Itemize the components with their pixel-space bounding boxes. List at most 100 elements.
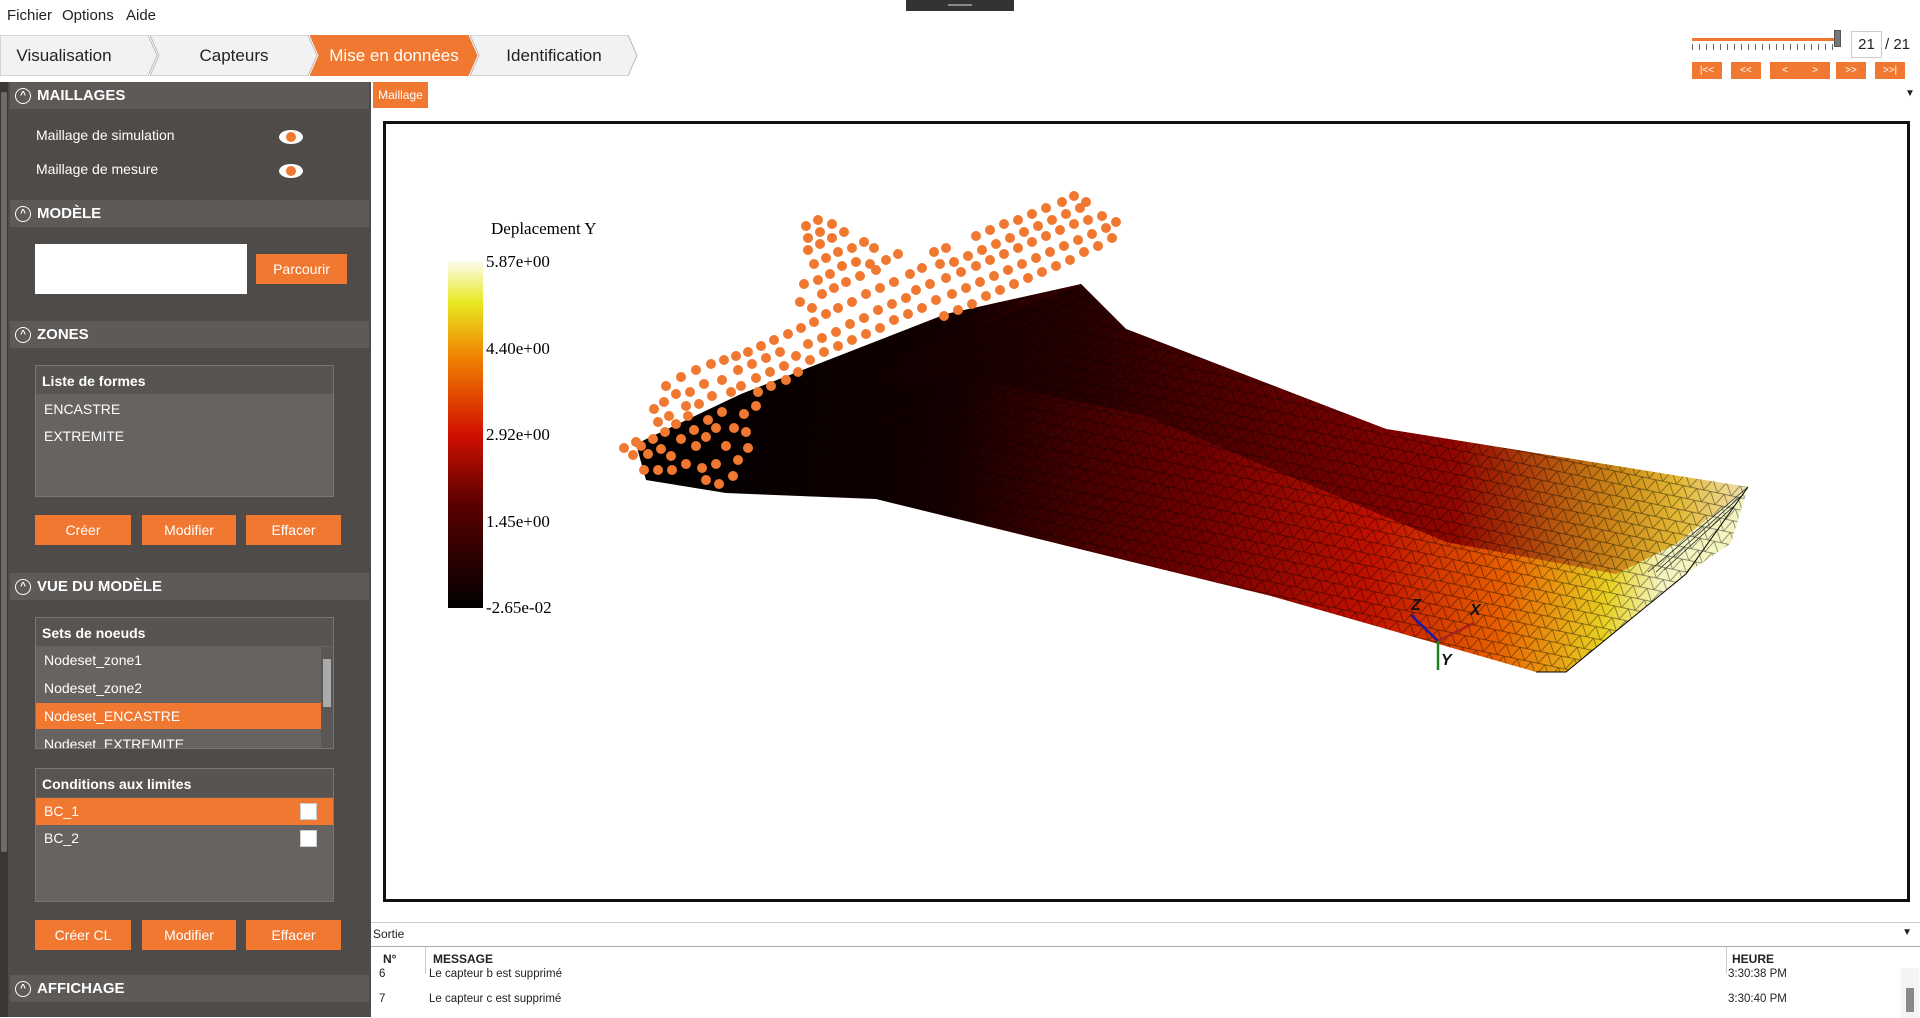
create-bc-button[interactable]: Créer CL bbox=[35, 920, 131, 950]
frame-slider-ticks bbox=[1692, 44, 1836, 50]
drag-handle[interactable] bbox=[906, 0, 1014, 11]
legend-color-bar bbox=[448, 261, 483, 608]
maillage-simulation-label: Maillage de simulation bbox=[36, 127, 175, 143]
delete-bc-button[interactable]: Effacer bbox=[246, 920, 341, 950]
list-item[interactable]: Nodeset_zone2 bbox=[36, 675, 333, 701]
frame-total: / 21 bbox=[1885, 36, 1911, 53]
model-path-input[interactable] bbox=[35, 244, 247, 294]
section-modele-title: MODÈLE bbox=[37, 205, 102, 222]
eye-icon[interactable] bbox=[279, 164, 303, 178]
row-num: 6 bbox=[379, 968, 386, 980]
section-affichage-title: AFFICHAGE bbox=[37, 980, 125, 997]
first-frame-button[interactable]: |<< bbox=[1692, 62, 1722, 79]
prev-frame-button[interactable]: < bbox=[1770, 62, 1800, 79]
frame-number-input[interactable]: 21 bbox=[1851, 31, 1882, 58]
step-mise-en-donnees-label: Mise en données bbox=[329, 45, 459, 65]
list-item[interactable]: Nodeset_zone1 bbox=[36, 647, 333, 673]
modify-bc-button[interactable]: Modifier bbox=[142, 920, 236, 950]
step-identification[interactable]: Identification bbox=[470, 35, 638, 76]
bc-label: BC_1 bbox=[44, 803, 80, 819]
collapse-icon: ^ bbox=[15, 578, 31, 595]
color-legend: Deplacement Y 5.87e+00 4.40e+00 2.92e+00… bbox=[448, 219, 597, 617]
step-identification-label: Identification bbox=[506, 45, 602, 65]
collapse-icon: ^ bbox=[15, 205, 31, 222]
collapse-icon: ^ bbox=[15, 980, 31, 997]
legend-tick: 1.45e+00 bbox=[486, 512, 550, 531]
section-vue-header[interactable]: ^ VUE DU MODÈLE bbox=[10, 573, 369, 600]
tab-dropdown-icon[interactable]: ▼ bbox=[1905, 88, 1915, 99]
list-item[interactable]: EXTREMITE bbox=[36, 423, 333, 449]
col-message-header[interactable]: MESSAGE bbox=[433, 952, 493, 966]
list-item-selected[interactable]: Nodeset_ENCASTRE bbox=[36, 703, 333, 729]
row-time: 3:30:40 PM bbox=[1728, 993, 1787, 1005]
section-affichage-header[interactable]: ^ AFFICHAGE bbox=[10, 975, 369, 1002]
legend-tick: 2.92e+00 bbox=[486, 425, 550, 444]
output-title: Sortie bbox=[373, 927, 405, 941]
section-maillages-header[interactable]: ^ MAILLAGES bbox=[10, 82, 369, 109]
sidebar-scroll-thumb[interactable] bbox=[1, 92, 7, 852]
tab-maillage[interactable]: Maillage bbox=[373, 82, 428, 108]
legend-tick: 5.87e+00 bbox=[486, 252, 550, 271]
fast-forward-button[interactable]: >> bbox=[1836, 62, 1866, 79]
row-message: Le capteur b est supprimé bbox=[429, 968, 562, 980]
bc-item[interactable]: BC_2 bbox=[36, 825, 333, 852]
axis-z-label: Z bbox=[1410, 597, 1422, 614]
row-num: 7 bbox=[379, 993, 386, 1005]
bc-checkbox[interactable] bbox=[300, 803, 317, 820]
section-modele-header[interactable]: ^ MODÈLE bbox=[10, 200, 369, 227]
list-item[interactable]: ENCASTRE bbox=[36, 396, 333, 422]
mesh-wire bbox=[636, 284, 1748, 672]
col-num-header[interactable]: N° bbox=[383, 952, 396, 966]
browse-button[interactable]: Parcourir bbox=[256, 254, 347, 284]
axis-y-label: Y bbox=[1441, 652, 1453, 669]
output-dropdown-icon[interactable]: ▼ bbox=[1902, 927, 1912, 938]
output-scrollbar[interactable] bbox=[1901, 968, 1919, 1018]
step-capteurs-label: Capteurs bbox=[199, 45, 269, 65]
legend-tick: 4.40e+00 bbox=[486, 339, 550, 358]
modify-zone-button[interactable]: Modifier bbox=[142, 515, 236, 545]
menu-fichier[interactable]: Fichier bbox=[7, 7, 52, 24]
step-capteurs[interactable]: Capteurs bbox=[150, 35, 318, 76]
menu-options[interactable]: Options bbox=[62, 7, 114, 24]
bc-label: BC_2 bbox=[44, 830, 80, 846]
frame-slider-thumb[interactable] bbox=[1834, 30, 1841, 47]
output-scroll-thumb[interactable] bbox=[1906, 988, 1914, 1012]
next-frame-button[interactable]: > bbox=[1800, 62, 1830, 79]
frame-slider[interactable] bbox=[1692, 38, 1836, 41]
bc-list: Conditions aux limites BC_1 BC_2 bbox=[35, 768, 334, 902]
nodesets-scroll-thumb[interactable] bbox=[323, 659, 331, 707]
col-time-header[interactable]: HEURE bbox=[1732, 952, 1774, 966]
nodesets-list: Sets de noeuds Nodeset_zone1 Nodeset_zon… bbox=[35, 617, 334, 749]
step-visualisation-label: Visualisation bbox=[16, 45, 112, 65]
sidebar-scrollbar[interactable] bbox=[0, 82, 8, 1017]
output-divider bbox=[371, 946, 1920, 947]
bc-item-selected[interactable]: BC_1 bbox=[36, 798, 333, 825]
section-zones-header[interactable]: ^ ZONES bbox=[10, 321, 369, 348]
delete-zone-button[interactable]: Effacer bbox=[246, 515, 341, 545]
list-item[interactable]: Nodeset_EXTREMITE bbox=[36, 731, 333, 748]
step-mise-en-donnees[interactable]: Mise en données bbox=[310, 35, 478, 76]
row-time: 3:30:38 PM bbox=[1728, 968, 1787, 980]
section-zones-title: ZONES bbox=[37, 326, 89, 343]
column-divider bbox=[425, 947, 426, 974]
output-panel: Sortie ▼ N° MESSAGE HEURE 6 Le capteur b… bbox=[371, 922, 1920, 1018]
legend-tick: -2.65e-02 bbox=[486, 598, 552, 617]
row-message: Le capteur c est supprimé bbox=[429, 993, 562, 1005]
step-visualisation[interactable]: Visualisation bbox=[0, 35, 158, 76]
bc-checkbox[interactable] bbox=[300, 830, 317, 847]
collapse-icon: ^ bbox=[15, 326, 31, 343]
rewind-button[interactable]: << bbox=[1731, 62, 1761, 79]
nodesets-scrollbar[interactable] bbox=[321, 647, 333, 748]
axis-x-label: X bbox=[1469, 602, 1482, 619]
column-divider bbox=[1726, 947, 1727, 974]
mesh-render: Deplacement Y 5.87e+00 4.40e+00 2.92e+00… bbox=[448, 191, 1749, 673]
create-zone-button[interactable]: Créer bbox=[35, 515, 131, 545]
shapes-list-title: Liste de formes bbox=[36, 366, 333, 394]
menu-aide[interactable]: Aide bbox=[126, 7, 156, 24]
collapse-icon: ^ bbox=[15, 87, 31, 104]
last-frame-button[interactable]: >>| bbox=[1875, 62, 1905, 79]
section-vue-title: VUE DU MODÈLE bbox=[37, 578, 163, 595]
eye-icon[interactable] bbox=[279, 130, 303, 144]
sidebar: ^ MAILLAGES Maillage de simulation Maill… bbox=[0, 82, 371, 1017]
3d-viewport[interactable]: Deplacement Y 5.87e+00 4.40e+00 2.92e+00… bbox=[383, 121, 1910, 902]
